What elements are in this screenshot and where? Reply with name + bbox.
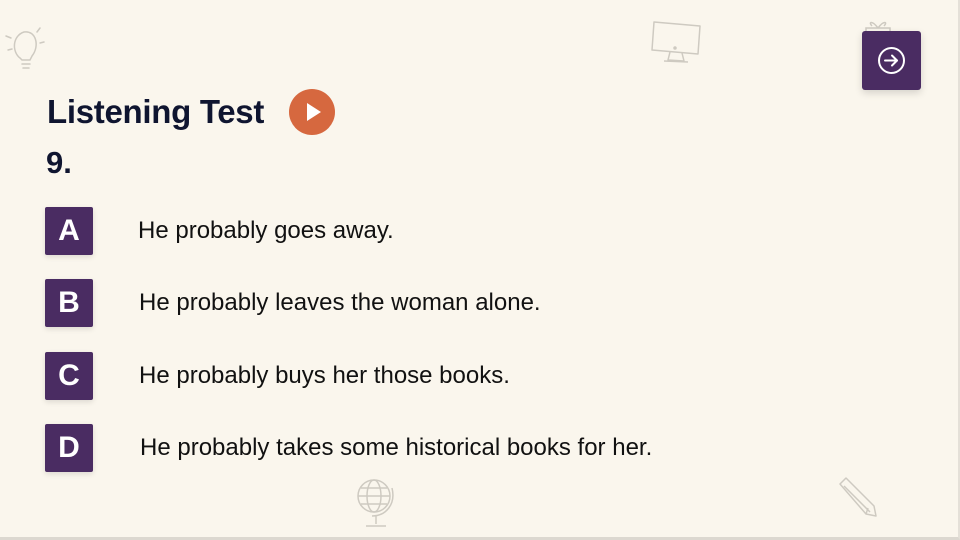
option-text: He probably buys her those books. [139,362,510,389]
option-letter-badge: D [45,424,93,472]
page-title: Listening Test [47,93,265,130]
option-b[interactable]: B He probably leaves the woman alone. [45,279,725,327]
pencil-icon [839,477,877,517]
globe-icon [357,479,394,527]
option-c[interactable]: C He probably buys her those books. [45,352,725,400]
option-letter-badge: C [45,352,93,400]
play-audio-button[interactable] [289,89,335,135]
arrow-right-circle-icon [878,47,905,74]
option-letter-badge: A [45,207,93,255]
lightbulb-icon [5,27,45,69]
play-icon [307,103,321,121]
slide: Listening Test 9. A He probably goes awa… [0,0,960,540]
option-text: He probably leaves the woman alone. [139,289,541,316]
question-number: 9. [46,145,72,180]
option-text: He probably goes away. [138,217,394,244]
next-button[interactable] [862,31,921,90]
option-text: He probably takes some historical books … [140,434,653,461]
option-a[interactable]: A He probably goes away. [45,207,725,255]
option-d[interactable]: D He probably takes some historical book… [45,424,725,472]
option-letter-badge: B [45,279,93,327]
monitor-icon [651,21,701,63]
